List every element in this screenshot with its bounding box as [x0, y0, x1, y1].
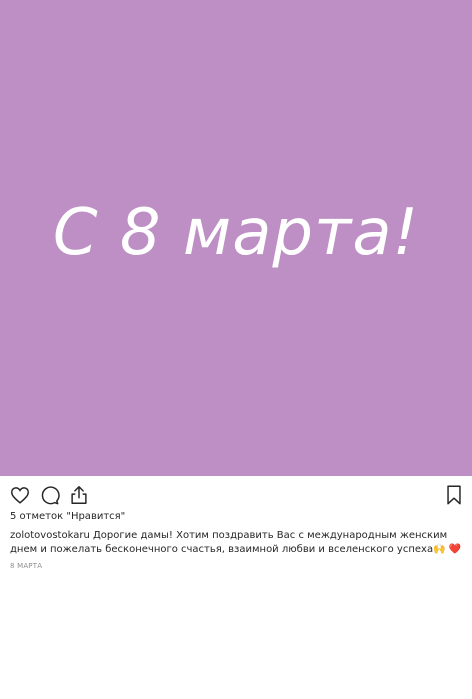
- post-caption: zolotovostokaru Дорогие дамы! Хотим позд…: [10, 529, 462, 557]
- caption-username[interactable]: zolotovostokaru: [10, 530, 90, 541]
- likes-count[interactable]: 5 отметок "Нравится": [10, 511, 125, 522]
- bookmark-icon[interactable]: [443, 484, 465, 506]
- comment-icon[interactable]: [38, 484, 60, 506]
- post-image[interactable]: С 8 марта!: [0, 0, 472, 476]
- raised-hands-emoji: 🙌: [433, 544, 446, 555]
- heart-icon[interactable]: [9, 484, 31, 506]
- post-actions: [0, 484, 472, 506]
- share-icon[interactable]: [68, 484, 90, 506]
- post-image-text: С 8 марта!: [52, 196, 420, 270]
- post-date[interactable]: 8 МАРТА: [10, 562, 42, 570]
- heart-emoji: ❤️: [448, 544, 462, 555]
